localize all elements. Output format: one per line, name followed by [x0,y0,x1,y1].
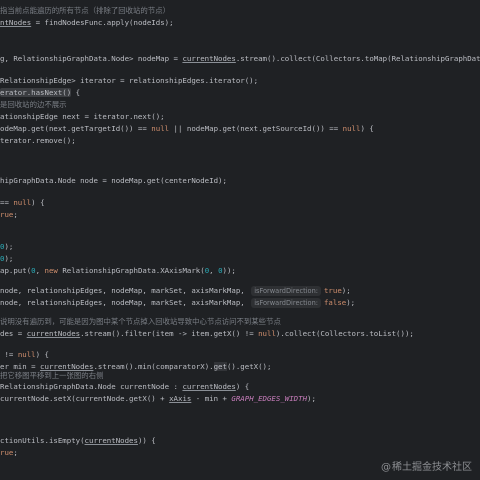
code-line[interactable]: node, relationshipEdges, nodeMap, markSe… [0,285,351,297]
code-line[interactable]: RelationshipEdge> iterator = relationshi… [0,75,258,87]
code-token: odeMap.get(next.getTargetId()) == [0,124,152,133]
code-token: ); [307,394,316,403]
code-line[interactable]: node, relationshipEdges, nodeMap, markSe… [0,297,355,309]
code-line[interactable]: erator.hasNext() { [0,87,80,99]
code-comment: 是回收站的边不展示 [0,100,67,109]
code-line[interactable]: RelationshipGraphData.Node currentNode :… [0,381,249,393]
code-token: - min + [191,394,232,403]
code-comment: 把它移图平移到上一张图的右侧 [0,371,104,380]
code-token: hipGraphData.Node node = nodeMap.get(cen… [0,176,227,185]
code-line[interactable]: g, RelationshipGraphData.Node> nodeMap =… [0,53,480,65]
code-token: currentNode.setX(currentNode.getX() + [0,394,170,403]
watermark-at: @ [381,462,391,473]
code-token: RelationshipEdge> iterator = relationshi… [0,76,259,85]
code-token: xAxis [169,394,192,403]
parameter-hint: isForwardDirection: [251,298,321,308]
code-token: null [258,329,276,338]
code-token: currentNodes [26,329,81,338]
code-token: == [0,198,14,207]
code-token: ap.put( [0,266,32,275]
code-token: g, RelationshipGraphData.Node> nodeMap = [0,54,183,63]
code-token: null [13,198,32,207]
watermark-text: 稀土掘金技术社区 [392,462,472,473]
code-line[interactable]: != null) { [0,349,49,361]
code-token: currentNodes [84,436,138,445]
code-line[interactable]: rue; [0,209,18,221]
parameter-hint: isForwardDirection: [251,286,321,296]
code-token: .stream().filter(item -> item.getX() != [80,329,259,338]
code-token: ationshipEdge next = iterator.next(); [0,112,165,121]
code-line[interactable]: rue; [0,447,18,459]
code-token: || nodeMap.get(next.getSourceId()) == [169,124,343,133]
code-line[interactable]: des = currentNodes.stream().filter(item … [0,328,414,340]
code-token: ().getX(); [226,362,272,371]
code-token: ; [13,448,18,457]
code-token: ); [341,286,351,295]
code-line[interactable]: ap.put(0, new RelationshipGraphData.XAxi… [0,265,236,277]
code-token: ) { [31,198,45,207]
code-token: new [44,266,58,275]
code-token: )); [222,266,236,275]
code-token: null [17,350,36,359]
code-token: null [151,124,170,133]
code-comment: 指当前点能遍历的所有节点（排除了回收站的节点） [0,6,170,15]
code-token: ); [346,298,356,307]
code-line[interactable]: hipGraphData.Node node = nodeMap.get(cen… [0,175,227,187]
code-token: rue [0,210,14,219]
code-token: ctionUtils.isEmpty( [0,436,85,445]
code-comment: 说明没有遍历到，可能是因为图中某个节点掉入回收站导致中心节点访问不到某些节点 [0,317,281,326]
code-editor[interactable]: 指当前点能遍历的所有节点（排除了回收站的节点） ntNodes = findNod… [0,0,480,480]
code-line[interactable]: terator.remove(); [0,135,76,147]
code-token: = findNodesFunc.apply(nodeIds); [31,18,174,27]
code-token: { [71,88,81,97]
code-token: GRAPH_EDGES_WIDTH [231,394,308,403]
code-line[interactable]: 0); [0,241,13,253]
code-token: terator.remove(); [0,136,76,145]
code-token: get [213,362,227,371]
code-token: erator.hasNext() [0,88,72,97]
code-token: node, relationshipEdges, nodeMap, markSe… [0,286,250,295]
code-token: currentNodes [182,382,236,391]
code-token: ); [4,242,14,251]
code-token: ).collect(Collectors.toList()); [275,329,414,338]
code-line[interactable]: ationshipEdge next = iterator.next(); [0,111,165,123]
code-token: true [323,286,342,295]
code-token: .stream().collect(Collectors.toMap(Relat… [235,54,480,63]
code-token: ntNodes [0,18,32,27]
code-line[interactable]: 指当前点能遍历的所有节点（排除了回收站的节点） [0,5,170,17]
code-token: , [35,266,45,275]
code-line[interactable]: odeMap.get(next.getTargetId()) == null |… [0,123,374,135]
code-token: )) { [137,436,156,445]
code-line[interactable]: ntNodes = findNodesFunc.apply(nodeIds); [0,17,174,29]
code-token: != [0,350,18,359]
code-line[interactable]: 是回收站的边不展示 [0,99,67,111]
code-token: , [209,266,219,275]
code-line[interactable]: ctionUtils.isEmpty(currentNodes)) { [0,435,156,447]
code-token: currentNodes [182,54,236,63]
code-token: RelationshipGraphData.XAxisMark( [57,266,205,275]
code-token: des = [0,329,27,338]
code-line[interactable]: 说明没有遍历到，可能是因为图中某个节点掉入回收站导致中心节点访问不到某些节点 [0,316,281,328]
code-line[interactable]: currentNode.setX(currentNode.getX() + xA… [0,393,316,405]
code-line[interactable]: == null) { [0,197,45,209]
code-token: .stream().min(comparatorX). [93,362,214,371]
code-token: RelationshipGraphData.Node currentNode : [0,382,183,391]
code-token: ) { [235,382,250,391]
code-token: ) { [35,350,49,359]
code-token: ); [4,254,14,263]
code-token: node, relationshipEdges, nodeMap, markSe… [0,298,250,307]
code-token: false [323,298,347,307]
code-line[interactable]: 0); [0,253,13,265]
code-token: null [342,124,361,133]
code-token: ; [13,210,18,219]
code-token: ) { [360,124,374,133]
code-token: rue [0,448,14,457]
watermark: @稀土掘金技术社区 [381,461,472,475]
